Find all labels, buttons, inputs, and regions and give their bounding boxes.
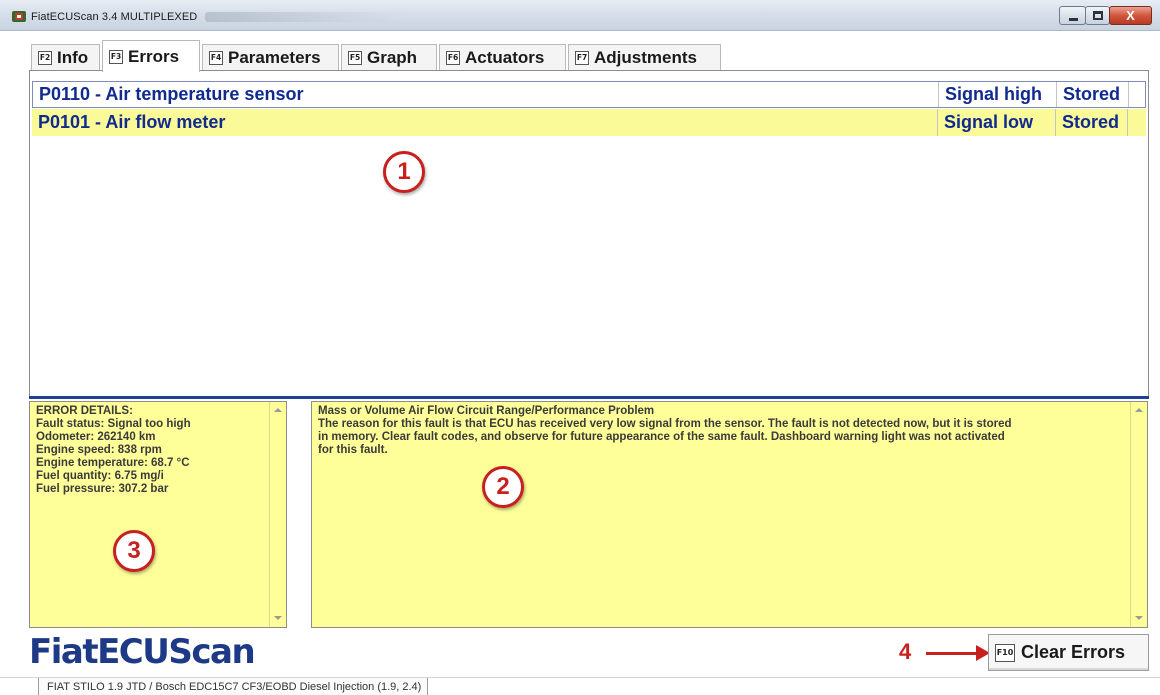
- tab-adjustments[interactable]: F7 Adjustments: [568, 44, 721, 71]
- details-scrollbar[interactable]: [269, 402, 286, 627]
- description-line: for this fault.: [318, 444, 388, 456]
- detail-line: Engine temperature: 68.7 °C: [36, 457, 190, 469]
- annotation-2: 2: [482, 466, 524, 508]
- tab-parameters-label: Parameters: [228, 48, 321, 67]
- error-details-panel: ERROR DETAILS: Fault status: Signal too …: [29, 401, 287, 628]
- error-code: P0110 - Air temperature sensor: [33, 82, 939, 107]
- f3-key-icon: F3: [109, 49, 123, 64]
- error-row[interactable]: P0110 - Air temperature sensor Signal hi…: [32, 81, 1146, 108]
- tab-info-label: Info: [57, 48, 89, 67]
- app-icon: [12, 11, 26, 22]
- ecu-status-text: FIAT STILO 1.9 JTD / Bosch EDC15C7 CF3/E…: [38, 678, 429, 695]
- scroll-up-icon[interactable]: [1135, 408, 1143, 412]
- f10-key-icon: F10: [995, 643, 1015, 662]
- annotation-3: 3: [113, 530, 155, 572]
- f2-key-icon: F2: [38, 51, 52, 65]
- description-title: Mass or Volume Air Flow Circuit Range/Pe…: [318, 405, 655, 417]
- title-bar: FiatECUScan 3.4 MULTIPLEXED X: [0, 0, 1160, 31]
- tab-adjustments-label: Adjustments: [594, 48, 697, 67]
- title-blur: [205, 12, 405, 22]
- detail-line: Fault status: Signal too high: [36, 418, 191, 430]
- scroll-up-icon[interactable]: [274, 408, 282, 412]
- error-signal: Signal low: [938, 109, 1056, 136]
- minimize-button[interactable]: [1059, 6, 1086, 25]
- tab-graph-label: Graph: [367, 48, 418, 67]
- tab-actuators-label: Actuators: [465, 48, 545, 67]
- error-signal: Signal high: [939, 82, 1057, 107]
- arrow-icon: [926, 645, 990, 661]
- fiatecuscan-logo: FiatECUScan: [29, 632, 256, 672]
- scroll-down-icon[interactable]: [274, 616, 282, 620]
- f6-key-icon: F6: [446, 51, 460, 65]
- clear-errors-button[interactable]: F10 Clear Errors: [988, 634, 1149, 671]
- error-list: P0110 - Air temperature sensor Signal hi…: [29, 70, 1149, 399]
- detail-line: Odometer: 262140 km: [36, 431, 156, 443]
- description-scrollbar[interactable]: [1130, 402, 1147, 627]
- window-title: FiatECUScan 3.4 MULTIPLEXED: [31, 11, 198, 23]
- f5-key-icon: F5: [348, 51, 362, 65]
- status-bar: FIAT STILO 1.9 JTD / Bosch EDC15C7 CF3/E…: [0, 677, 1160, 695]
- annotation-1: 1: [383, 151, 425, 193]
- detail-line: Fuel pressure: 307.2 bar: [36, 483, 169, 495]
- tab-parameters[interactable]: F4 Parameters: [202, 44, 339, 71]
- tab-errors-label: Errors: [128, 46, 180, 66]
- f4-key-icon: F4: [209, 51, 223, 65]
- tab-info[interactable]: F2 Info: [31, 44, 100, 71]
- detail-heading: ERROR DETAILS:: [36, 405, 133, 417]
- f7-key-icon: F7: [575, 51, 589, 65]
- tab-actuators[interactable]: F6 Actuators: [439, 44, 566, 71]
- annotation-4: 4: [899, 639, 912, 664]
- error-status: Stored: [1056, 109, 1128, 136]
- maximize-icon: [1093, 11, 1103, 20]
- error-description-panel: Mass or Volume Air Flow Circuit Range/Pe…: [311, 401, 1148, 628]
- scroll-down-icon[interactable]: [1135, 616, 1143, 620]
- description-line: The reason for this fault is that ECU ha…: [318, 418, 1012, 430]
- close-button[interactable]: X: [1109, 6, 1152, 25]
- minimize-icon: [1069, 18, 1078, 21]
- clear-errors-label: Clear Errors: [1021, 642, 1126, 662]
- tab-errors[interactable]: F3 Errors: [102, 40, 200, 72]
- close-icon: X: [1126, 8, 1135, 23]
- maximize-button[interactable]: [1085, 6, 1110, 25]
- description-line: in memory. Clear fault codes, and observ…: [318, 431, 1005, 443]
- detail-line: Engine speed: 838 rpm: [36, 444, 162, 456]
- error-code: P0101 - Air flow meter: [32, 109, 938, 136]
- error-status: Stored: [1057, 82, 1129, 107]
- detail-line: Fuel quantity: 6.75 mg/i: [36, 470, 164, 482]
- error-row-selected[interactable]: P0101 - Air flow meter Signal low Stored: [32, 109, 1146, 136]
- tab-graph[interactable]: F5 Graph: [341, 44, 437, 71]
